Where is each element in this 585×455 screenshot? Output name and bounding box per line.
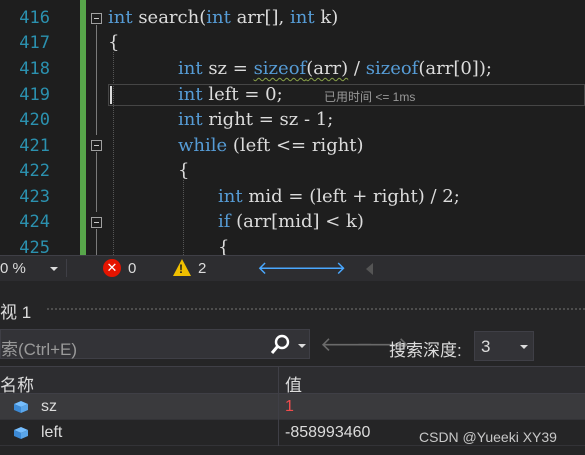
code-token: int xyxy=(108,7,133,28)
code-token: int xyxy=(218,186,243,207)
search-depth-value: 3 xyxy=(481,337,491,356)
line-number: 425 xyxy=(19,238,50,255)
code-token: sz = xyxy=(202,58,254,79)
code-token: arr[], xyxy=(230,7,290,28)
code-token: sizeof xyxy=(253,58,307,79)
warning-count[interactable]: 2 xyxy=(198,260,206,277)
collapse-icon[interactable] xyxy=(91,140,102,151)
fold-line xyxy=(96,229,97,255)
column-resize-handle[interactable] xyxy=(278,367,279,395)
code-token: k) xyxy=(314,7,339,28)
code-line[interactable]: int mid = (left + right) / 2; xyxy=(218,186,460,208)
code-line[interactable]: int sz = sizeof(arr) / sizeof(arr[0]); xyxy=(178,58,492,80)
code-token: (arr[mid] < k) xyxy=(230,211,364,232)
watch-panel: 视 1 索(Ctrl+E) 🡐 🡒 搜索深度: 3 名称 值 sz 1 left… xyxy=(0,281,585,455)
code-line[interactable]: if (arr[mid] < k) xyxy=(218,211,364,233)
column-header-value[interactable]: 值 xyxy=(285,371,302,396)
line-number: 421 xyxy=(19,136,50,156)
search-depth-select[interactable]: 3 xyxy=(474,331,534,361)
line-number: 420 xyxy=(19,110,50,130)
code-token: int xyxy=(178,84,203,105)
variable-icon xyxy=(14,401,28,413)
code-line[interactable]: int left = 0; xyxy=(178,84,283,106)
watch-row-name: left xyxy=(41,424,63,441)
search-depth-label: 搜索深度: xyxy=(389,341,462,360)
code-token: sizeof xyxy=(365,58,419,79)
watch-row-value[interactable]: 1 xyxy=(285,398,294,416)
line-number: 423 xyxy=(19,187,50,207)
variable-icon xyxy=(14,427,28,439)
code-line[interactable]: int search(int arr[], int k) xyxy=(108,7,338,29)
editor-status-bar: 0 % ✕ 0 ! 2 🡐 🡒 xyxy=(0,255,585,281)
search-placeholder: 索(Ctrl+E) xyxy=(1,340,78,359)
chevron-down-icon xyxy=(520,345,528,349)
collapse-icon[interactable] xyxy=(91,217,102,228)
line-number: 424 xyxy=(19,212,50,232)
code-token: / xyxy=(348,58,366,79)
line-number: 422 xyxy=(19,161,50,181)
arrow-right-icon[interactable]: 🡒 xyxy=(298,258,346,279)
zoom-level[interactable]: 0 % xyxy=(0,260,26,277)
scroll-left-icon[interactable] xyxy=(366,263,373,275)
column-header-name[interactable]: 名称 xyxy=(0,371,34,396)
panel-drag-grip[interactable] xyxy=(46,307,585,311)
code-token: right = sz - 1; xyxy=(202,109,334,130)
code-token: (arr[0]); xyxy=(418,58,492,79)
column-divider xyxy=(278,394,279,420)
chevron-down-icon[interactable] xyxy=(50,267,58,271)
text-cursor xyxy=(110,86,112,104)
fold-line xyxy=(96,152,97,212)
line-number: 419 xyxy=(19,85,50,105)
fold-line xyxy=(96,25,97,135)
watermark: CSDN @Yueeki XY39 xyxy=(419,429,557,445)
code-line[interactable]: { xyxy=(178,160,189,182)
watch-row[interactable]: sz 1 xyxy=(0,394,585,420)
code-token: { xyxy=(218,237,230,255)
column-divider xyxy=(278,420,279,446)
code-line[interactable]: while (left <= right) xyxy=(178,135,364,157)
code-token: { xyxy=(178,160,190,181)
code-token: if xyxy=(218,211,231,232)
line-number: 416 xyxy=(19,8,50,28)
perf-tip[interactable]: 已用时间 <= 1ms xyxy=(324,88,415,105)
warning-icon[interactable]: ! xyxy=(173,259,191,276)
code-token: (arr) xyxy=(306,58,349,79)
code-token: left = 0; xyxy=(202,84,283,105)
panel-title[interactable]: 视 1 xyxy=(0,298,31,323)
watch-row-value[interactable]: -858993460 xyxy=(285,424,370,442)
chevron-down-icon[interactable] xyxy=(298,344,306,348)
code-token: search( xyxy=(132,7,207,28)
code-token: int xyxy=(206,7,231,28)
code-line[interactable]: int right = sz - 1; xyxy=(178,109,333,131)
code-token: int xyxy=(178,109,203,130)
code-line[interactable]: { xyxy=(218,237,229,255)
line-number: 418 xyxy=(19,59,50,79)
indent-guide xyxy=(113,52,114,255)
code-token: int xyxy=(290,7,315,28)
divider xyxy=(66,259,67,277)
code-editor[interactable]: 416 417 418 419 420 421 422 423 424 425 … xyxy=(0,0,585,255)
code-line[interactable]: { xyxy=(108,32,119,54)
code-token: while xyxy=(178,135,228,156)
search-input[interactable]: 索(Ctrl+E) xyxy=(0,329,310,359)
indent-guide xyxy=(183,180,184,255)
change-tracking-bar xyxy=(80,0,86,255)
search-icon[interactable] xyxy=(269,334,291,356)
code-token: { xyxy=(108,32,120,53)
code-token: int xyxy=(178,58,203,79)
error-icon[interactable]: ✕ xyxy=(103,259,121,277)
code-token: (left <= right) xyxy=(227,135,364,156)
error-count[interactable]: 0 xyxy=(128,260,136,277)
collapse-icon[interactable] xyxy=(91,13,102,24)
code-token: mid = (left + right) / 2; xyxy=(242,186,460,207)
watch-row-name: sz xyxy=(41,398,57,415)
line-number: 417 xyxy=(19,33,50,53)
watch-grid-header: 名称 值 xyxy=(0,366,585,396)
